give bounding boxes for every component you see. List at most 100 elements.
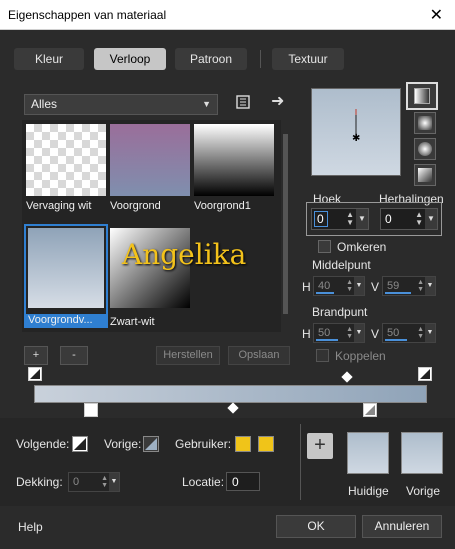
bottom-midpoint-diamond[interactable] [227,402,239,414]
gallery-item-label: Voorgrond [110,200,161,212]
midpoint-h-value: 40 [318,280,331,292]
tab-patroon[interactable]: Patroon [175,48,247,70]
help-link[interactable]: Help [18,520,43,534]
link-checkbox[interactable] [316,349,329,362]
remove-gradient-button[interactable]: - [60,346,88,365]
swatch-thumb [194,124,274,196]
chevron-down-icon[interactable]: ▼ [425,277,435,295]
midpoint-v-value: 59 [387,280,400,292]
gallery-item-label: Zwart-wit [110,316,155,328]
watermark-text: Angelika [122,238,247,271]
focal-v-bar [385,339,407,341]
spin-arrows-icon[interactable]: ▲ ▼ [417,326,424,340]
reset-button[interactable]: Herstellen [156,346,220,365]
chevron-down-icon[interactable]: ▼ [354,277,364,295]
spin-arrows-icon[interactable]: ▲ ▼ [101,475,108,489]
chevron-down-icon[interactable]: ▼ [354,324,364,342]
midpoint-v-stepper[interactable]: 59 ▲ ▼ ▼ [382,276,436,296]
background-label: Vorige: [104,437,142,451]
top-stop-handle[interactable] [418,367,432,381]
swatch-thumb [26,124,106,196]
previous-preview[interactable] [401,432,443,474]
bottom-stop-handle[interactable] [84,403,98,417]
opacity-stepper[interactable]: 0 ▲ ▼ ▼ [68,472,120,492]
save-button[interactable]: Opslaan [228,346,290,365]
chevron-down-icon[interactable]: ▼ [425,209,437,229]
focal-h-bar [316,339,338,341]
focal-v-label: V [371,327,380,341]
rectangular-style-icon[interactable] [414,112,436,134]
spin-arrows-icon[interactable]: ▲ ▼ [346,279,353,293]
gallery-item[interactable]: Vervaging wit [26,124,106,212]
focal-v-stepper[interactable]: 50 ▲ ▼ ▼ [382,323,436,343]
user-color-swatch[interactable] [235,436,251,452]
bottom-stop-handle[interactable] [363,403,377,417]
swatch-thumb [28,228,104,308]
midpoint-v-bar [385,292,411,294]
invert-checkbox[interactable] [318,240,331,253]
location-value: 0 [232,475,239,489]
linear-style-icon[interactable] [406,82,438,110]
spin-arrows-icon[interactable]: ▲ ▼ [415,211,423,227]
top-midpoint-diamond[interactable] [341,371,353,383]
tab-kleur[interactable]: Kleur [14,48,84,70]
swatch-thumb [110,124,190,196]
current-preview [347,432,389,474]
add-to-library-button[interactable]: + [307,433,333,459]
ok-button[interactable]: OK [276,515,356,538]
focal-h-stepper[interactable]: 50 ▲ ▼ ▼ [313,323,365,343]
repeats-input[interactable] [383,211,411,227]
close-icon[interactable]: ✕ [430,5,443,25]
chevron-down-icon: ▼ [202,99,211,109]
chevron-down-icon[interactable]: ▼ [356,209,368,229]
angle-input[interactable] [314,211,328,227]
previous-label: Vorige [406,484,441,498]
foreground-label: Volgende: [16,437,70,451]
spin-arrows-icon[interactable]: ▲ ▼ [346,326,353,340]
spin-arrows-icon[interactable]: ▲ ▼ [417,279,424,293]
opacity-value: 0 [73,476,80,488]
user-color-label: Gebruiker: [175,437,232,451]
radial-style-icon[interactable] [414,138,436,160]
gradient-gallery: Vervaging wit Voorgrond Voorgrond1 Voorg… [22,120,282,332]
spin-arrows-icon[interactable]: ▲ ▼ [346,211,354,227]
panel-divider [300,424,301,500]
gallery-scrollbar[interactable] [281,120,290,332]
add-gradient-button[interactable]: + [24,346,48,365]
window-title: Eigenschappen van materiaal [8,8,167,22]
focal-label: Brandpunt [312,305,368,319]
top-stop-handle[interactable] [28,367,42,381]
repeats-stepper[interactable]: ▲▼ ▼ [380,208,438,230]
tab-verloop[interactable]: Verloop [94,48,166,70]
gallery-item[interactable]: Voorgrond [110,124,190,212]
scrollbar-thumb[interactable] [283,134,288,314]
arrow-right-icon[interactable]: ➜ [271,91,284,111]
tab-textuur[interactable]: Textuur [272,48,344,70]
location-label: Locatie: [182,475,225,489]
location-field[interactable]: 0 [226,472,260,491]
opacity-label: Dekking: [16,475,63,489]
category-value: Alles [31,97,58,111]
title-bar: Eigenschappen van materiaal ✕ [0,0,455,30]
svg-text:✱: ✱ [352,133,360,144]
gradient-preview[interactable]: ✱ [311,88,401,176]
background-stop-swatch[interactable] [143,436,159,452]
cancel-button[interactable]: Annuleren [362,515,442,538]
chevron-down-icon[interactable]: ▼ [425,324,435,342]
book-icon[interactable] [235,94,251,110]
midpoint-h-label: H [302,280,311,294]
chevron-down-icon[interactable]: ▼ [109,473,119,491]
angle-stepper[interactable]: ▲▼ ▼ [311,208,369,230]
gallery-item-selected[interactable]: Voorgrondv... [24,224,108,328]
gradient-bar[interactable] [34,385,427,403]
gallery-item-label: Voorgrondv... [26,314,106,326]
gallery-item-label: Vervaging wit [26,200,92,212]
midpoint-h-stepper[interactable]: 40 ▲ ▼ ▼ [313,276,365,296]
midpoint-h-bar [316,292,334,294]
sunburst-style-icon[interactable] [414,164,436,186]
midpoint-v-label: V [371,280,380,294]
user-color-picker[interactable] [258,436,274,452]
gallery-item[interactable]: Voorgrond1 [194,124,274,212]
category-dropdown[interactable]: Alles ▼ [24,94,218,115]
foreground-stop-swatch[interactable] [72,436,88,452]
